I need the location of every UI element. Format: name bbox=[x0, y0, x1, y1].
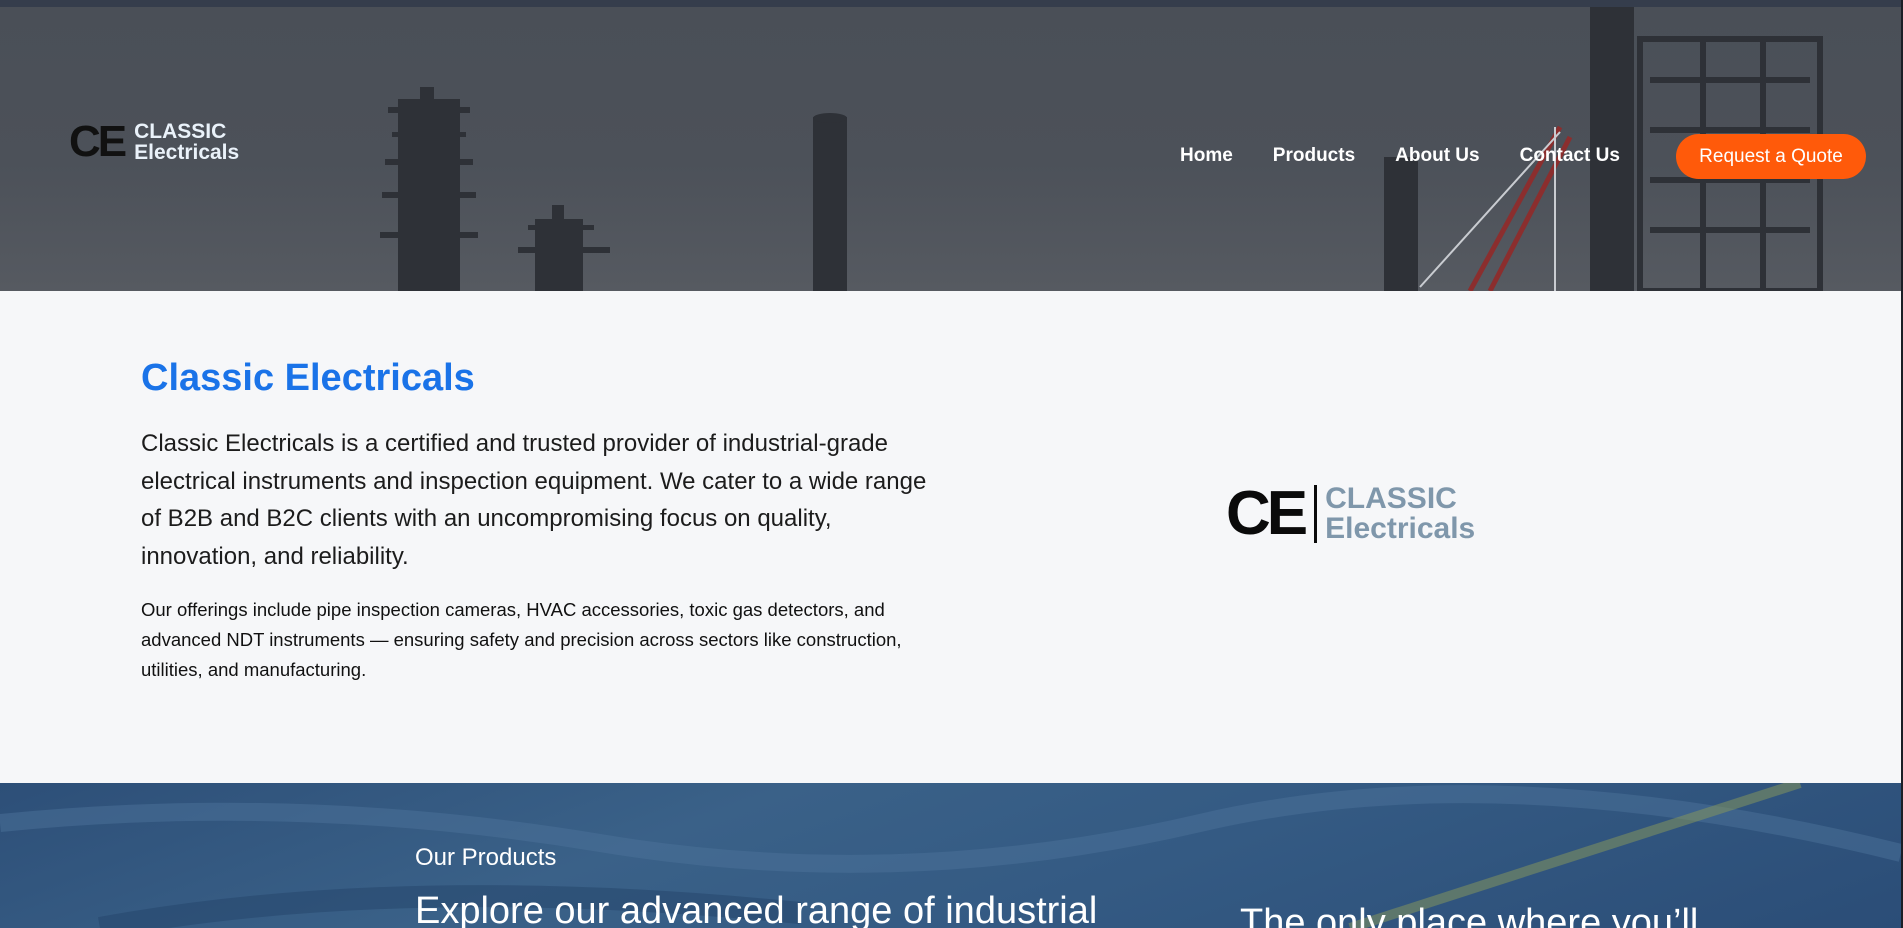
about-title: Classic Electricals bbox=[141, 357, 475, 399]
header-logo[interactable]: CE CLASSIC Electricals bbox=[69, 119, 239, 165]
logo-word-classic: CLASSIC bbox=[134, 120, 227, 143]
top-strip bbox=[0, 0, 1903, 7]
logo-wordmark: CLASSIC Electricals bbox=[134, 121, 239, 163]
hero-header: CE CLASSIC Electricals Home Products Abo… bbox=[0, 7, 1903, 291]
nav-products-link[interactable]: Products bbox=[1273, 145, 1355, 167]
nav-about-link[interactable]: About Us bbox=[1395, 145, 1479, 167]
main-nav: Home Products About Us Contact Us bbox=[1180, 134, 1650, 178]
nav-contact-link[interactable]: Contact Us bbox=[1520, 145, 1620, 167]
products-tagline: The only place where you’ll bbox=[1240, 902, 1699, 928]
about-detail-paragraph: Our offerings include pipe inspection ca… bbox=[141, 599, 902, 680]
products-headline: Explore our advanced range of industrial bbox=[415, 890, 1098, 928]
about-logo-word-classic: CLASSIC bbox=[1325, 482, 1457, 515]
about-logo-divider bbox=[1314, 485, 1318, 543]
products-eyebrow: Our Products bbox=[415, 844, 557, 871]
about-logo-word-electricals: Electricals bbox=[1325, 512, 1476, 545]
about-lead-paragraph: Classic Electricals is a certified and t… bbox=[141, 430, 927, 570]
about-logo: CE CLASSIC Electricals bbox=[1226, 483, 1475, 545]
request-quote-button[interactable]: Request a Quote bbox=[1676, 134, 1866, 179]
about-logo-mark: CE bbox=[1226, 479, 1308, 548]
logo-mark: CE bbox=[69, 117, 127, 166]
logo-word-electricals: Electricals bbox=[134, 141, 240, 164]
nav-home-link[interactable]: Home bbox=[1180, 145, 1233, 167]
about-section: Classic Electricals Classic Electricals … bbox=[0, 291, 1901, 783]
about-logo-wordmark: CLASSIC Electricals bbox=[1325, 484, 1475, 544]
products-section: Our Products Explore our advanced range … bbox=[0, 783, 1901, 928]
